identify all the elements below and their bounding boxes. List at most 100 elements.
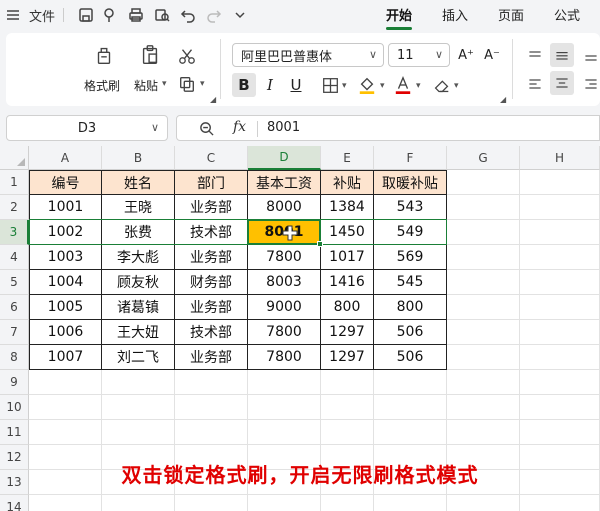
table-cell[interactable]: 张费 [102,220,175,245]
table-cell[interactable]: 业务部 [175,195,248,220]
table-cell[interactable]: 1007 [29,345,102,370]
table-cell[interactable]: 9000 [248,295,321,320]
table-cell[interactable]: 8003 [248,270,321,295]
table-cell[interactable]: 1450 [321,220,374,245]
table-cell[interactable]: 506 [374,345,447,370]
align-center-icon[interactable] [550,71,574,95]
zoom-icon[interactable] [199,121,214,140]
table-header-cell[interactable]: 部门 [175,170,248,195]
align-left-icon[interactable] [524,73,546,95]
format-painter-button[interactable]: 格式刷 [84,77,120,94]
paste-icon[interactable] [138,43,162,67]
table-cell[interactable]: 7800 [248,345,321,370]
row-header-3[interactable]: 3 [0,220,29,245]
formula-input[interactable]: fx 8001 [176,115,600,141]
table-cell[interactable]: 王晓 [102,195,175,220]
table-cell[interactable]: 1297 [321,345,374,370]
row-header-2[interactable]: 2 [0,195,29,220]
row-header-11[interactable]: 11 [0,420,29,445]
name-box[interactable]: D3 ∨ [6,115,168,141]
table-cell[interactable]: 技术部 [175,220,248,245]
fill-color-dropdown-icon[interactable]: ▾ [380,81,385,91]
align-middle-icon[interactable] [550,43,574,67]
font-shrink-button[interactable]: A⁻ [480,43,504,67]
chevron-down-icon[interactable]: ∨ [151,121,159,134]
table-cell[interactable]: 1002 [29,220,102,245]
font-name-select[interactable]: 阿里巴巴普惠体 ∨ [232,43,384,67]
table-cell[interactable]: 1003 [29,245,102,270]
borders-icon[interactable] [320,75,340,95]
table-cell[interactable]: 1004 [29,270,102,295]
font-color-icon[interactable] [392,73,414,97]
table-cell[interactable]: 业务部 [175,245,248,270]
table-cell[interactable]: 1001 [29,195,102,220]
select-all-corner[interactable] [0,146,29,170]
table-header-cell[interactable]: 取暖补贴 [374,170,447,195]
row-header-8[interactable]: 8 [0,345,29,370]
table-cell[interactable]: 1005 [29,295,102,320]
align-bottom-icon[interactable] [580,45,600,67]
print-preview-icon[interactable] [152,0,172,30]
cut-icon[interactable] [176,45,198,67]
table-cell[interactable]: 技术部 [175,320,248,345]
column-header-e[interactable]: E [321,146,374,170]
table-cell[interactable]: 543 [374,195,447,220]
column-header-g[interactable]: G [447,146,520,170]
paste-button[interactable]: 粘贴 [134,77,158,94]
table-cell[interactable]: 诸葛镇 [102,295,175,320]
row-header-1[interactable]: 1 [0,170,29,195]
copy-icon[interactable] [176,73,198,95]
table-cell[interactable]: 506 [374,320,447,345]
font-grow-button[interactable]: A⁺ [454,43,478,67]
save-icon[interactable] [76,0,96,30]
bold-button[interactable]: B [232,73,256,97]
borders-dropdown-icon[interactable]: ▾ [342,81,347,91]
column-header-c[interactable]: C [175,146,248,170]
table-cell[interactable]: 业务部 [175,345,248,370]
file-menu[interactable]: 文件 [28,0,56,30]
table-cell[interactable]: 顾友秋 [102,270,175,295]
eraser-icon[interactable] [430,75,452,95]
table-cell[interactable]: 1297 [321,320,374,345]
table-header-cell[interactable]: 补贴 [321,170,374,195]
font-expand-icon[interactable]: ◢ [500,95,506,104]
tab-insert[interactable]: 插入 [442,5,468,24]
table-cell[interactable]: 1017 [321,245,374,270]
tab-page[interactable]: 页面 [498,5,524,24]
menu-icon[interactable] [4,0,22,30]
clipboard-expand-icon[interactable]: ◢ [210,95,216,104]
row-header-10[interactable]: 10 [0,395,29,420]
table-cell[interactable]: 李大彪 [102,245,175,270]
table-cell[interactable]: 569 [374,245,447,270]
table-cell[interactable]: 业务部 [175,295,248,320]
tab-home[interactable]: 开始 [386,5,412,24]
fill-handle[interactable] [317,241,323,247]
redo-icon[interactable] [204,0,224,30]
table-cell[interactable]: 1384 [321,195,374,220]
table-cell[interactable]: 800 [374,295,447,320]
row-header-14[interactable]: 14 [0,495,29,511]
copy-dropdown-icon[interactable]: ▾ [200,79,205,89]
align-top-icon[interactable] [524,45,546,67]
table-cell[interactable]: 7800 [248,320,321,345]
format-painter-icon[interactable] [92,43,116,67]
table-cell[interactable]: 刘二飞 [102,345,175,370]
column-header-a[interactable]: A [29,146,102,170]
row-header-9[interactable]: 9 [0,370,29,395]
italic-button[interactable]: I [258,73,282,97]
print-icon[interactable] [126,0,146,30]
column-header-d[interactable]: D [248,146,321,170]
table-header-cell[interactable]: 姓名 [102,170,175,195]
table-header-cell[interactable]: 基本工资 [248,170,321,195]
format-painter-quick-icon[interactable] [100,0,120,30]
column-header-h[interactable]: H [520,146,600,170]
row-header-4[interactable]: 4 [0,245,29,270]
table-cell[interactable]: 王大妞 [102,320,175,345]
row-header-6[interactable]: 6 [0,295,29,320]
table-cell[interactable]: 545 [374,270,447,295]
table-cell[interactable]: 1416 [321,270,374,295]
column-header-b[interactable]: B [102,146,175,170]
row-header-5[interactable]: 5 [0,270,29,295]
tab-formulas[interactable]: 公式 [554,5,580,24]
paste-dropdown-icon[interactable]: ▾ [162,79,167,89]
